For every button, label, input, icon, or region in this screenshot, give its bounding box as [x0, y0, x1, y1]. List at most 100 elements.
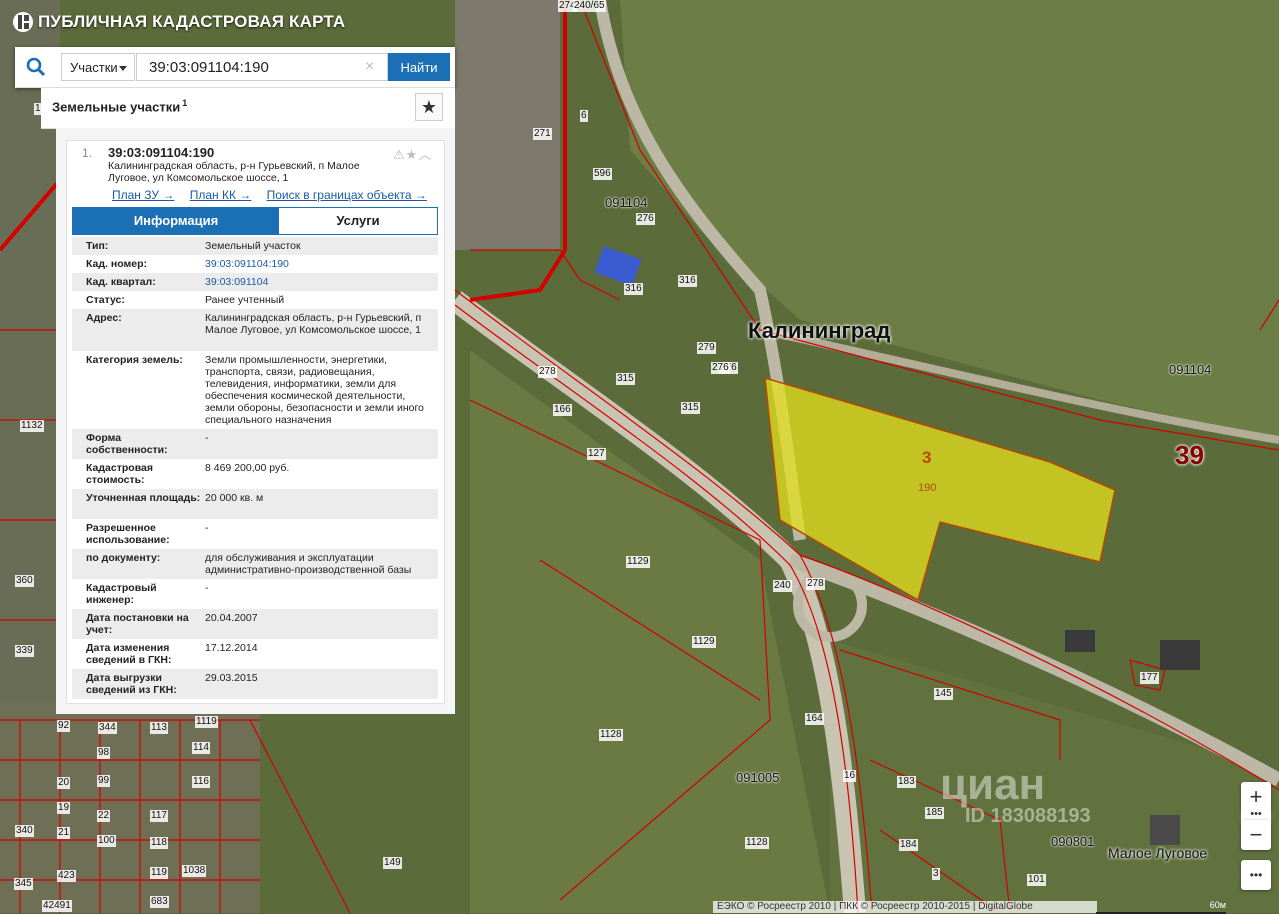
parcel-label[interactable]: 1129: [626, 556, 650, 568]
result-address: Калининградская область, р-н Гурьевский,…: [108, 160, 360, 184]
collapse-icon[interactable]: ︿: [418, 147, 432, 162]
plan-kk-link[interactable]: План КК →: [190, 188, 252, 202]
result-item[interactable]: 1. 39:03:091104:190 Калининградская обла…: [66, 140, 445, 704]
chevron-down-icon: [119, 66, 127, 71]
parcel-label[interactable]: 345: [14, 878, 33, 890]
parcel-label[interactable]: 276: [711, 362, 730, 374]
search-bar: Участки × Найти: [15, 47, 455, 88]
tab-info[interactable]: Информация: [73, 208, 279, 234]
quarter-label[interactable]: 091104: [604, 196, 648, 209]
app-title: ПУБЛИЧНАЯ КАДАСТРОВАЯ КАРТА: [38, 12, 346, 31]
zoom-out-button[interactable]: −: [1241, 820, 1271, 850]
parcel-label[interactable]: 166: [553, 404, 572, 416]
parcel-label[interactable]: 101: [1027, 874, 1046, 886]
attribute-row: Дата изменения сведений в ГКН: 17.12.2014: [72, 639, 438, 669]
parcel-label[interactable]: 340: [15, 825, 34, 837]
tab-services[interactable]: Услуги: [279, 208, 437, 234]
parcel-label[interactable]: 278: [806, 578, 825, 590]
parcel-label[interactable]: 16: [843, 770, 857, 782]
parcel-label[interactable]: 164: [805, 713, 824, 725]
parcel-label[interactable]: 596: [593, 168, 612, 180]
attribute-value[interactable]: 39:03:091104: [205, 276, 430, 288]
result-cad-number: 39:03:091104:190: [108, 145, 215, 160]
attribute-row: Тип: Земельный участок: [72, 237, 438, 255]
attribute-row: Кадастровый инженер: -: [72, 579, 438, 609]
parcel-label[interactable]: 127: [587, 448, 606, 460]
result-card: 1. 39:03:091104:190 Калининградская обла…: [56, 128, 455, 714]
parcel-label[interactable]: 20: [57, 777, 71, 789]
search-input[interactable]: [136, 53, 388, 81]
results-header: Земельные участки 1 ★: [41, 88, 455, 129]
parcel-label[interactable]: 683: [150, 896, 169, 908]
attribute-value[interactable]: 39:03:091104:190: [205, 258, 430, 270]
parcel-label[interactable]: 6: [580, 110, 588, 122]
parcel-label[interactable]: 423: [57, 870, 76, 882]
parcel-label[interactable]: 145: [934, 688, 953, 700]
clear-icon[interactable]: ×: [365, 58, 374, 76]
parcel-label[interactable]: 183: [897, 776, 916, 788]
parcel-label[interactable]: 100: [97, 835, 116, 847]
attribute-row: по документу: для обслуживания и эксплуат…: [72, 549, 438, 579]
parcel-label[interactable]: 278: [538, 366, 557, 378]
parcel-label[interactable]: 119: [150, 867, 168, 879]
parcel-label[interactable]: 114: [192, 742, 210, 754]
parcel-label[interactable]: 315: [681, 402, 700, 414]
attribute-row: Кад. квартал: 39:03:091104: [72, 273, 438, 291]
parcel-label[interactable]: 339: [15, 645, 34, 657]
parcel-label[interactable]: 21: [57, 827, 71, 839]
map-menu-button[interactable]: •••: [1241, 860, 1271, 890]
quarter-label[interactable]: 091005: [735, 771, 780, 784]
parcel-label[interactable]: 149: [383, 857, 402, 869]
attribute-key: Дата изменения сведений в ГКН:: [86, 642, 172, 666]
parcel-label[interactable]: 1128: [599, 729, 623, 741]
object-type-label: Участки: [70, 60, 118, 75]
attribute-key: Дата постановки на учет:: [86, 612, 189, 636]
parcel-label[interactable]: 276: [636, 213, 655, 225]
parcel-label[interactable]: 184: [899, 839, 918, 851]
parcel-label[interactable]: 360: [15, 575, 34, 587]
parcel-label[interactable]: 316: [678, 275, 697, 287]
attribute-row: Уточненная площадь: 20 000 кв. м: [72, 489, 438, 519]
quarter-label[interactable]: 090801: [1050, 835, 1095, 848]
parcel-label[interactable]: 99: [97, 775, 111, 787]
parcel-label[interactable]: 315: [616, 373, 635, 385]
parcel-label[interactable]: 1038: [182, 865, 207, 877]
attribute-key: Статус:: [86, 294, 125, 306]
parcel-label[interactable]: 344: [98, 722, 117, 734]
parcel-label[interactable]: 92: [57, 720, 71, 732]
parcel-label[interactable]: 3: [932, 868, 940, 880]
plan-zu-link[interactable]: План ЗУ →: [112, 188, 174, 202]
attribute-key: Кадастровый инженер:: [86, 582, 157, 606]
parcel-label[interactable]: 98: [97, 747, 111, 759]
find-button[interactable]: Найти: [388, 53, 450, 81]
parcel-label[interactable]: 118: [150, 837, 168, 849]
parcel-label[interactable]: 22: [97, 810, 111, 822]
parcel-label[interactable]: 19: [57, 802, 71, 814]
parcel-label[interactable]: 1132: [20, 420, 44, 432]
parcel-label[interactable]: 116: [192, 776, 210, 788]
attribute-key: Категория земель:: [86, 354, 183, 366]
parcel-label[interactable]: 316: [624, 283, 643, 295]
parcel-label[interactable]: 240: [773, 580, 792, 592]
parcel-label[interactable]: 42491: [42, 900, 72, 912]
search-icon[interactable]: [24, 55, 48, 79]
star-icon[interactable]: ★: [406, 147, 419, 162]
parcel-label[interactable]: 1119: [195, 716, 218, 728]
parcel-label[interactable]: 279: [697, 342, 716, 354]
parcel-label[interactable]: 177: [1140, 672, 1159, 684]
search-in-bounds-link[interactable]: Поиск в границах объекта →: [267, 188, 427, 202]
parcel-label[interactable]: 117: [150, 810, 168, 822]
watermark-id: ID 183088193: [965, 805, 1091, 827]
attribute-key: Дата выгрузки сведений из ГКН:: [86, 672, 177, 696]
parcel-label[interactable]: 1128: [745, 837, 769, 849]
parcel-label[interactable]: 1129: [692, 636, 716, 648]
parcel-label[interactable]: 240/65: [573, 0, 606, 12]
favorites-button[interactable]: ★: [415, 93, 443, 121]
watermark-brand: циан: [940, 760, 1046, 809]
quarter-label[interactable]: 091104: [1168, 363, 1212, 376]
object-type-select[interactable]: Участки: [61, 53, 135, 81]
warning-icon[interactable]: ⚠: [393, 147, 406, 162]
attribute-value: для обслуживания и эксплуатации админист…: [205, 552, 412, 576]
parcel-label[interactable]: 271: [533, 128, 552, 140]
parcel-label[interactable]: 113: [150, 722, 168, 734]
